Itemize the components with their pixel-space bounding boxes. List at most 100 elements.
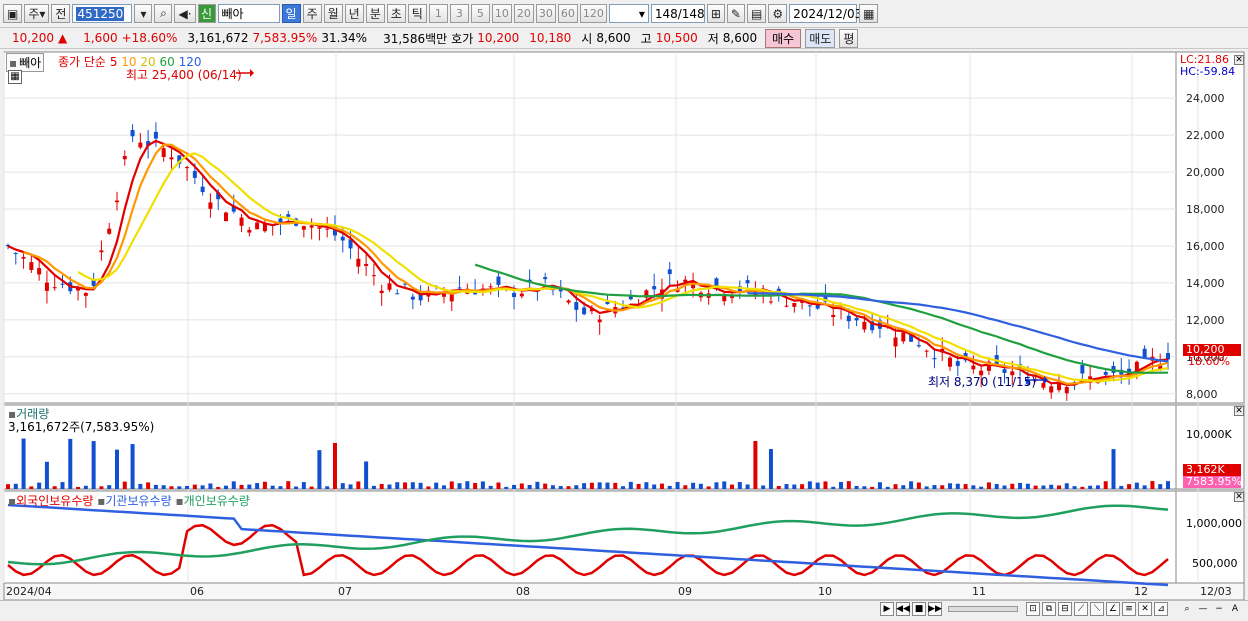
volume-bar (418, 482, 423, 489)
stock-chart[interactable]: 24,000 22,000 20,000 18,000 16,000 14,000 12,0… (0, 50, 1248, 600)
angle-tool-icon[interactable]: ∠ (1106, 602, 1120, 616)
price-tick-label: 8,000 (1186, 388, 1218, 401)
trend-tool-icon[interactable]: ⟋ (1074, 602, 1088, 616)
volume-bar (901, 485, 906, 489)
volume-bar (317, 450, 322, 489)
price-panel[interactable] (3, 51, 1177, 404)
price-tick-label: 18,000 (1186, 203, 1225, 216)
volume-bar (1072, 486, 1077, 489)
volume-panel[interactable] (3, 404, 1177, 490)
stock-name-field[interactable]: 빼아 (217, 4, 280, 23)
gann-tool-icon[interactable]: ⊿ (1154, 602, 1168, 616)
search-icon[interactable]: ⌕ (154, 4, 173, 23)
period-second[interactable]: 초 (386, 4, 406, 23)
holding-close-icon[interactable]: ✕ (1234, 492, 1244, 502)
volume-bar (286, 481, 291, 489)
volume-close-icon[interactable]: ✕ (1234, 406, 1244, 416)
candle-body (807, 305, 812, 307)
layout-icon[interactable]: ⧉ (1042, 602, 1056, 616)
candle-body (340, 236, 345, 241)
low-note: 최저 8,370 (11/15) (928, 375, 1037, 389)
volume-bar (862, 486, 867, 489)
candle-body (582, 307, 587, 315)
candle-body (21, 256, 26, 259)
scroll-right-icon[interactable]: ▶ (880, 602, 894, 616)
interval-1[interactable]: 1 (428, 4, 448, 23)
candle-body (1049, 386, 1054, 393)
volume-bar (784, 484, 789, 489)
rewind-icon[interactable]: ◀◀ (896, 602, 910, 616)
volume-bar (1119, 485, 1124, 489)
buy-button[interactable]: 매수 (765, 28, 802, 48)
type-select[interactable]: 주 ▾ (24, 4, 50, 23)
period-day[interactable]: 일 (281, 4, 301, 23)
volume-bar (698, 483, 703, 489)
volume-bar (216, 486, 221, 489)
calendar-icon[interactable]: ▦ (859, 4, 879, 23)
date-tick-label: 12 (1134, 585, 1148, 598)
volume-bar (730, 484, 735, 489)
save-icon[interactable]: ▤ (746, 4, 767, 23)
gear-icon[interactable]: ⚙ (768, 4, 788, 23)
period-minute[interactable]: 분 (365, 4, 385, 23)
line-tool-icon[interactable]: ⟍ (1090, 602, 1104, 616)
volume-bar (877, 482, 882, 489)
volume-tick: 10,000K (1186, 428, 1232, 441)
volume-bar (644, 482, 649, 489)
evaluate-button[interactable]: 평 (839, 28, 859, 48)
interval-30[interactable]: 30 (535, 4, 556, 23)
interval-10[interactable]: 10 (491, 4, 512, 23)
font-size-icon[interactable]: A (1228, 602, 1242, 616)
sell-button[interactable]: 매도 (805, 28, 836, 48)
count-display[interactable]: 148/148 (650, 4, 705, 23)
draw-icon[interactable]: ✎ (726, 4, 745, 23)
volume-bar (68, 438, 73, 489)
candle-body (153, 131, 158, 139)
volume-bar (473, 482, 478, 489)
calc-icon[interactable]: ▦ (8, 70, 22, 84)
fast-forward-icon[interactable]: ▶▶ (928, 602, 942, 616)
price-close-icon[interactable]: ✕ (1234, 55, 1244, 65)
fib-tool-icon[interactable]: ≡ (1122, 602, 1136, 616)
period-month[interactable]: 월 (323, 4, 343, 23)
custom-interval-input[interactable]: ▾ (608, 4, 649, 23)
candle-body (356, 258, 361, 267)
minus-icon[interactable]: − (1212, 602, 1226, 616)
interval-5[interactable]: 5 (470, 4, 490, 23)
stop-icon[interactable]: ■ (912, 602, 926, 616)
zoom-box-icon[interactable]: ⊡ (1026, 602, 1040, 616)
window-icon[interactable]: ▣ (3, 4, 23, 23)
turnover-rate: 31.34% (321, 31, 368, 45)
zoom-icon[interactable]: ⌕ (1180, 602, 1194, 616)
stock-code-input[interactable]: 451250 (72, 4, 133, 23)
candle-body (1166, 353, 1170, 360)
volume-bar (512, 484, 517, 489)
prev-button[interactable]: 전 (51, 4, 71, 23)
interval-20[interactable]: 20 (513, 4, 534, 23)
interval-120[interactable]: 120 (579, 4, 607, 23)
speaker-icon[interactable]: ◀· (174, 4, 196, 23)
candle-body (200, 186, 205, 193)
code-dropdown-icon[interactable]: ▾ (134, 4, 153, 23)
main-toolbar: ▣ 주 ▾ 전 451250 ▾ ⌕ ◀· 신 빼아 일 주 월 년 분 초 틱 … (0, 0, 1248, 28)
volume-note: 3,161,672주(7,583.95%) (8, 420, 155, 434)
split-icon[interactable]: ⊟ (1058, 602, 1072, 616)
period-year[interactable]: 년 (344, 4, 364, 23)
volume-bar (270, 485, 275, 489)
delete-tool-icon[interactable]: ✕ (1138, 602, 1152, 616)
volume-bar (1127, 484, 1132, 489)
zoom-out-icon[interactable]: — (1196, 602, 1210, 616)
date-input[interactable]: 2024/12/03 (789, 4, 862, 23)
volume-bar (465, 481, 470, 489)
grid-icon[interactable]: ⊞ (706, 4, 725, 23)
volume-bar (449, 481, 454, 489)
scroll-track[interactable] (948, 606, 1018, 612)
interval-3[interactable]: 3 (449, 4, 469, 23)
candle-body (107, 228, 112, 234)
interval-60[interactable]: 60 (557, 4, 578, 23)
period-week[interactable]: 주 (302, 4, 322, 23)
trade-amount: 31,586백만 (383, 31, 448, 46)
open-label: 시 (581, 31, 593, 46)
period-tick[interactable]: 틱 (407, 4, 427, 23)
volume-bar (1057, 485, 1062, 489)
